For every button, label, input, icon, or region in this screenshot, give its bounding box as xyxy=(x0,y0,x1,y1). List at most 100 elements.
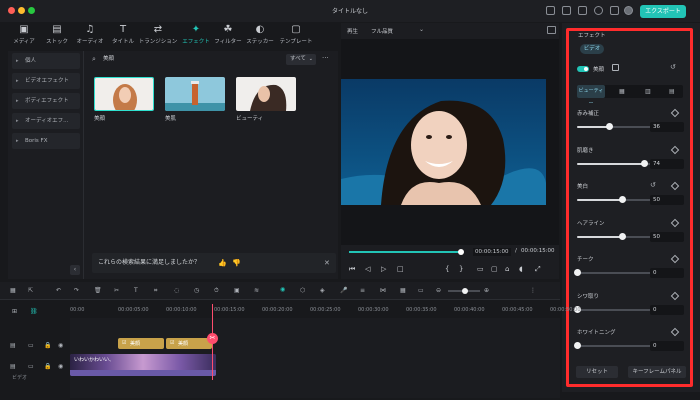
redo-icon[interactable]: ↷ xyxy=(74,287,79,294)
avatar[interactable] xyxy=(624,6,633,15)
search-icon: ⌕ xyxy=(92,55,96,63)
filter-icon: ☘ xyxy=(223,24,233,35)
thumbs-up-icon[interactable]: 👍 xyxy=(218,253,227,273)
app-title: タイトルなし xyxy=(332,8,369,15)
progress-knob[interactable] xyxy=(458,249,464,255)
adjust-icon[interactable]: ≋ xyxy=(254,287,259,294)
thumbs-down-icon[interactable]: 👎 xyxy=(232,253,241,273)
undo-icon[interactable]: ↶ xyxy=(56,287,61,294)
tab-title[interactable]: T タイトル xyxy=(107,23,139,50)
chevron-down-icon: ⌄ xyxy=(308,56,313,62)
category-item[interactable]: ボディエフェクト xyxy=(12,93,80,109)
fit-icon[interactable]: ▣ xyxy=(234,287,240,294)
layout-icon[interactable]: ▦ xyxy=(10,287,16,294)
timeline-ruler: 00:00 00:00:05:00 00:00:10:00 00:00:15:00 00… xyxy=(70,304,581,316)
tab-transition[interactable]: ⇄ トランジション xyxy=(136,23,180,50)
mic-icon[interactable]: 🎤 xyxy=(340,287,347,294)
render-icon[interactable]: ▭ xyxy=(477,265,484,273)
video-clip[interactable]: いわいかわいい、 xyxy=(70,354,216,376)
preview-panel: 再生 フル品質 ⌄ 00:00:15:00 / 00:00:15:00 ⏮ ◁ … xyxy=(341,23,559,279)
tab-media[interactable]: ▣ メディア xyxy=(8,23,40,50)
audio-icon: ♫ xyxy=(85,24,95,35)
video-preview[interactable] xyxy=(341,79,546,205)
shield-icon[interactable]: ⬡ xyxy=(300,287,305,294)
effect-thumb-beauty-2[interactable] xyxy=(236,77,296,111)
playback-progress[interactable] xyxy=(349,249,464,255)
timeline: ▦ ⇱ ↶ ↷ 🗑 ✂ T ⌗ ◌ ◷ ⏱ ▣ ≋ ◉ ⬡ ◈ 🎤 ≡ ⋈ ▦ … xyxy=(0,282,581,400)
tab-sticker[interactable]: ◐ ステッカー xyxy=(244,23,276,50)
quality-dropdown[interactable]: フル品質 xyxy=(371,27,393,35)
link-icon[interactable]: ⛓ xyxy=(30,308,38,315)
tab-template[interactable]: ▢ テンプレート xyxy=(276,23,316,50)
select-tool-icon[interactable]: ⇱ xyxy=(28,287,33,294)
crop-icon[interactable]: ⌗ xyxy=(154,287,157,295)
filter-dropdown[interactable]: すべて ⌄ xyxy=(286,54,316,65)
zoom-out-icon[interactable]: ⊖ xyxy=(436,287,441,294)
ruler-tick: 00:00:25:00 xyxy=(310,307,341,313)
folder-icon[interactable]: ▭ xyxy=(28,363,34,370)
audio-mix-icon[interactable]: ≡ xyxy=(360,287,365,294)
snap-icon[interactable]: ⋈ xyxy=(380,287,386,294)
split-icon[interactable]: ✂ xyxy=(207,333,218,344)
speed-icon[interactable]: ◷ xyxy=(194,287,199,294)
more-icon[interactable]: ··· xyxy=(322,54,329,62)
text-icon[interactable]: T xyxy=(134,287,138,294)
volume-icon[interactable]: ◖ xyxy=(519,265,523,273)
effect-label: ビューティ xyxy=(236,116,264,122)
add-track-icon[interactable]: ⊞ xyxy=(12,308,17,315)
effect-thumb-skin[interactable] xyxy=(165,77,225,111)
collapse-panel-button[interactable]: ‹ xyxy=(70,265,80,275)
grid-icon[interactable]: ▦ xyxy=(400,287,406,294)
play-icon[interactable]: ▷ xyxy=(381,265,386,273)
zoom-window-button[interactable] xyxy=(28,7,35,14)
monitor-icon[interactable] xyxy=(546,6,555,15)
grid-icon[interactable] xyxy=(610,6,619,15)
snapshot-icon[interactable] xyxy=(547,26,556,34)
step-back-icon[interactable]: ◁ xyxy=(365,265,370,273)
eye-icon[interactable]: ◉ xyxy=(58,342,63,349)
tab-audio[interactable]: ♫ オーディオ xyxy=(74,23,106,50)
folder-icon[interactable]: ▭ xyxy=(28,342,34,349)
search-input[interactable]: ⌕ 美顔 xyxy=(92,54,272,65)
prev-frame-icon[interactable]: ⏮ xyxy=(349,265,355,274)
zoom-in-icon[interactable]: ⊕ xyxy=(484,287,489,294)
category-item[interactable]: オーディオエフ... xyxy=(12,113,80,129)
mark-in-icon[interactable]: { xyxy=(445,265,449,273)
close-window-button[interactable] xyxy=(8,7,15,14)
lock-icon[interactable]: 🔒 xyxy=(44,342,51,349)
expand-icon[interactable]: ⤢ xyxy=(535,265,541,274)
delete-icon[interactable]: 🗑 xyxy=(94,287,102,294)
auto-ripple-icon[interactable]: ◉ xyxy=(280,286,285,293)
time-separator: / xyxy=(515,248,517,254)
eye-icon[interactable]: ◉ xyxy=(58,363,63,370)
zoom-slider[interactable] xyxy=(448,288,480,294)
cut-icon[interactable]: ✂ xyxy=(114,287,119,294)
marker-icon[interactable]: ◈ xyxy=(320,287,325,294)
export-button[interactable]: エクスポート xyxy=(640,5,686,18)
camera-icon[interactable]: ⌂ xyxy=(505,265,509,273)
tab-stock[interactable]: ▤ ストック xyxy=(41,23,73,50)
fullscreen-preview-icon[interactable]: ▢ xyxy=(491,265,498,273)
tab-effect[interactable]: ✦ エフェクト xyxy=(178,23,214,50)
upload-icon[interactable] xyxy=(578,6,587,15)
effect-clip[interactable]: ☑ 美顔 xyxy=(118,338,164,349)
stop-icon[interactable]: □ xyxy=(397,265,404,273)
category-item[interactable]: 個人 xyxy=(12,53,80,69)
lock-icon[interactable]: 🔒 xyxy=(44,363,51,370)
timer-icon[interactable]: ⏱ xyxy=(214,287,219,295)
category-item[interactable]: ビデオエフェクト xyxy=(12,73,80,89)
effect-clip[interactable]: ☑ 美顔 xyxy=(166,338,212,349)
tab-filter[interactable]: ☘ フィルター xyxy=(212,23,244,50)
color-icon[interactable]: ◌ xyxy=(174,287,179,294)
effect-thumb-beauty[interactable] xyxy=(94,77,154,111)
headset-icon[interactable] xyxy=(594,6,603,15)
category-item[interactable]: Boris FX xyxy=(12,133,80,149)
current-time: 00:00:15:00 xyxy=(473,248,511,256)
mark-out-icon[interactable]: } xyxy=(459,265,463,273)
minimize-window-button[interactable] xyxy=(18,7,25,14)
more-icon[interactable]: ⋮ xyxy=(530,287,536,294)
render-preview-icon[interactable]: ▭ xyxy=(418,287,424,294)
close-icon[interactable]: ✕ xyxy=(324,253,330,273)
transition-icon: ⇄ xyxy=(153,24,163,35)
save-icon[interactable] xyxy=(562,6,571,15)
